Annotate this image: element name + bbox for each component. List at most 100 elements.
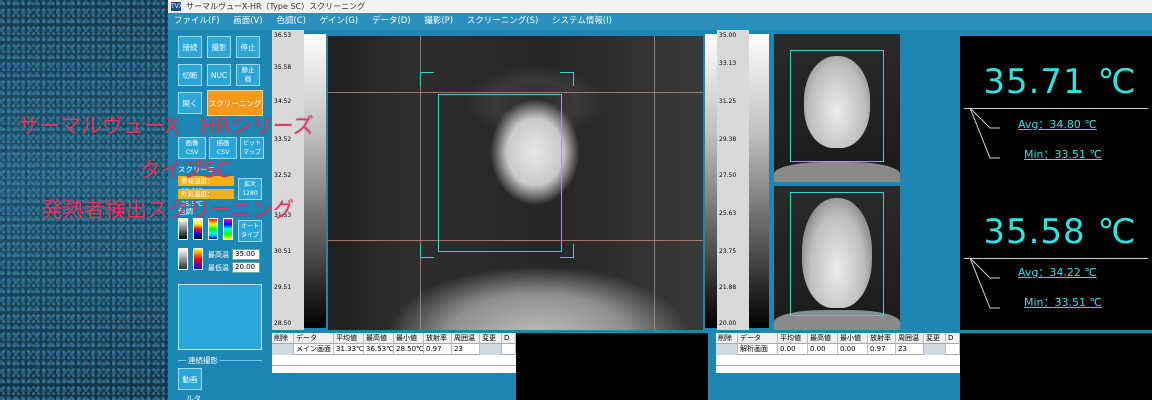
header-emissivity: 放射率 [424,333,452,344]
d-cell [946,344,960,355]
table-row [716,355,960,366]
menu-data[interactable]: データ(D) [372,16,411,26]
nuc-button[interactable]: NUC [207,64,231,86]
d-cell [502,344,516,355]
continuous-capture-label: 連続撮影 [186,355,220,366]
ambient-cell: 23 [452,344,480,355]
header-ambient: 周囲温 [896,333,924,344]
data-name-cell: メイン画面 [294,344,334,355]
face-tick: 35.00 [719,32,737,39]
capture-button[interactable]: 撮影 [207,36,231,58]
face-tick: 29.38 [719,136,737,143]
video-button[interactable]: 動画 [178,368,202,390]
header-avg: 平均値 [778,333,808,344]
readout-connector [970,258,1000,309]
max-temp-field[interactable]: 35.00 [232,249,260,260]
analysis-data-table: 削除 データ 平均値 最高値 最小値 放射率 周囲温 変更 D 解析画面 0.0… [716,333,960,373]
header-avg: 平均値 [334,333,364,344]
face-tick: 33.13 [719,60,737,67]
header-d: D [946,333,960,344]
emissivity-cell: 0.97 [424,344,452,355]
menu-system-info[interactable]: システム情報(I) [552,16,612,26]
connect-button[interactable]: 接続 [178,36,202,58]
face-detection-box [790,50,884,162]
header-ambient: 周囲温 [452,333,480,344]
palette-gray-preview [178,248,188,270]
change-cell[interactable] [924,344,946,355]
main-tick: 34.52 [274,98,292,105]
partial-label: ルタ [186,394,201,400]
still-image-button[interactable]: 静止画 [236,64,260,86]
delete-cell[interactable] [272,344,294,355]
corner-marker [420,72,434,86]
header-data: データ [738,333,778,344]
readout-connector [970,108,1000,159]
menu-capture[interactable]: 撮影(P) [424,16,453,26]
header-change: 変更 [480,333,502,344]
table-header: 削除 データ 平均値 最高値 最小値 放射率 周囲温 変更 D [272,333,516,344]
face-thumbnail-2[interactable] [774,186,900,330]
min-temp-field[interactable]: 20.00 [232,262,260,273]
menu-screening[interactable]: スクリーニング(S) [467,16,539,26]
table-empty-area [516,333,708,400]
face-detection-box [790,192,884,316]
overlay-title: サーマルヴューX HRシリーズ [18,114,314,138]
menu-color[interactable]: 色調(C) [276,16,306,26]
header-change: 変更 [924,333,946,344]
min-temperature-1: Min：33.51 ℃ [1024,148,1102,161]
menu-gain[interactable]: ゲイン(G) [320,16,359,26]
max-cell: 0.00 [808,344,838,355]
guide-line [654,36,655,330]
face-gradient-bar [749,34,769,328]
main-tick: 32.52 [274,172,292,179]
face-thumbnail-1[interactable] [774,34,900,182]
delete-cell[interactable] [716,344,738,355]
face-tick: 27.50 [719,172,737,179]
min-cell: 0.00 [838,344,868,355]
corner-marker [560,72,574,86]
avg-temperature-1: Avg：34.80 ℃ [1018,118,1097,131]
main-tick: 28.50 [274,320,292,327]
header-min: 最小値 [394,333,424,344]
min-cell: 28.50℃ [396,344,424,355]
min-temperature-2: Min：33.51 ℃ [1024,296,1102,309]
menu-bar: ファイル(F) 画面(V) 色調(C) ゲイン(G) データ(D) 撮影(P) … [168,13,1152,30]
face-tick: 21.88 [719,284,737,291]
min-temp-label: 最低温 [208,264,229,272]
table-row[interactable]: 解析画面 0.00 0.00 0.00 0.97 23 [716,344,960,355]
header-data: データ [294,333,334,344]
table-header: 削除 データ 平均値 最高値 最小値 放射率 周囲温 変更 D [716,333,960,344]
face-tick: 25.63 [719,210,737,217]
face-tick: 23.75 [719,248,737,255]
stop-button[interactable]: 停止 [236,36,260,58]
menu-view[interactable]: 画面(V) [233,16,262,26]
header-min: 最小値 [838,333,868,344]
corner-marker [560,244,574,258]
max-temperature-2: 35.58 ℃ [983,212,1137,252]
table-row[interactable]: メイン画面 31.33℃ 36.53℃ 28.50℃ 0.97 23 [272,344,516,355]
palette-color-preview [193,248,203,270]
main-thermal-view[interactable] [328,36,703,330]
screenshot-root: TVX サーマルヴューX-HR（Type SC）スクリーニング ファイル(F) … [0,0,1152,400]
main-tick: 30.51 [274,248,292,255]
change-cell[interactable] [480,344,502,355]
menu-file[interactable]: ファイル(F) [174,16,220,26]
main-scale-ticks: 36.53 35.58 34.52 33.52 32.52 31.53 30.5… [272,30,304,330]
window-title: サーマルヴューX-HR（Type SC）スクリーニング [186,2,366,11]
header-d: D [502,333,516,344]
avg-temperature-2: Avg：34.22 ℃ [1018,266,1097,279]
main-tick: 29.51 [274,284,292,291]
emissivity-cell: 0.97 [868,344,896,355]
header-max: 最高値 [364,333,394,344]
max-temp-label: 最高温 [208,251,229,259]
preview-box [178,284,262,350]
disconnect-button[interactable]: 切断 [178,64,202,86]
header-delete: 削除 [272,333,294,344]
avg-cell: 31.33℃ [336,344,364,355]
max-temperature-1: 35.71 ℃ [983,62,1137,102]
table-row [272,355,516,366]
bitmap-button[interactable]: ビットマップ [240,137,264,159]
data-name-cell: 解析画面 [738,344,778,355]
overlay-tagline: 発熱者検出スクリーニング [42,198,294,222]
header-max: 最高値 [808,333,838,344]
